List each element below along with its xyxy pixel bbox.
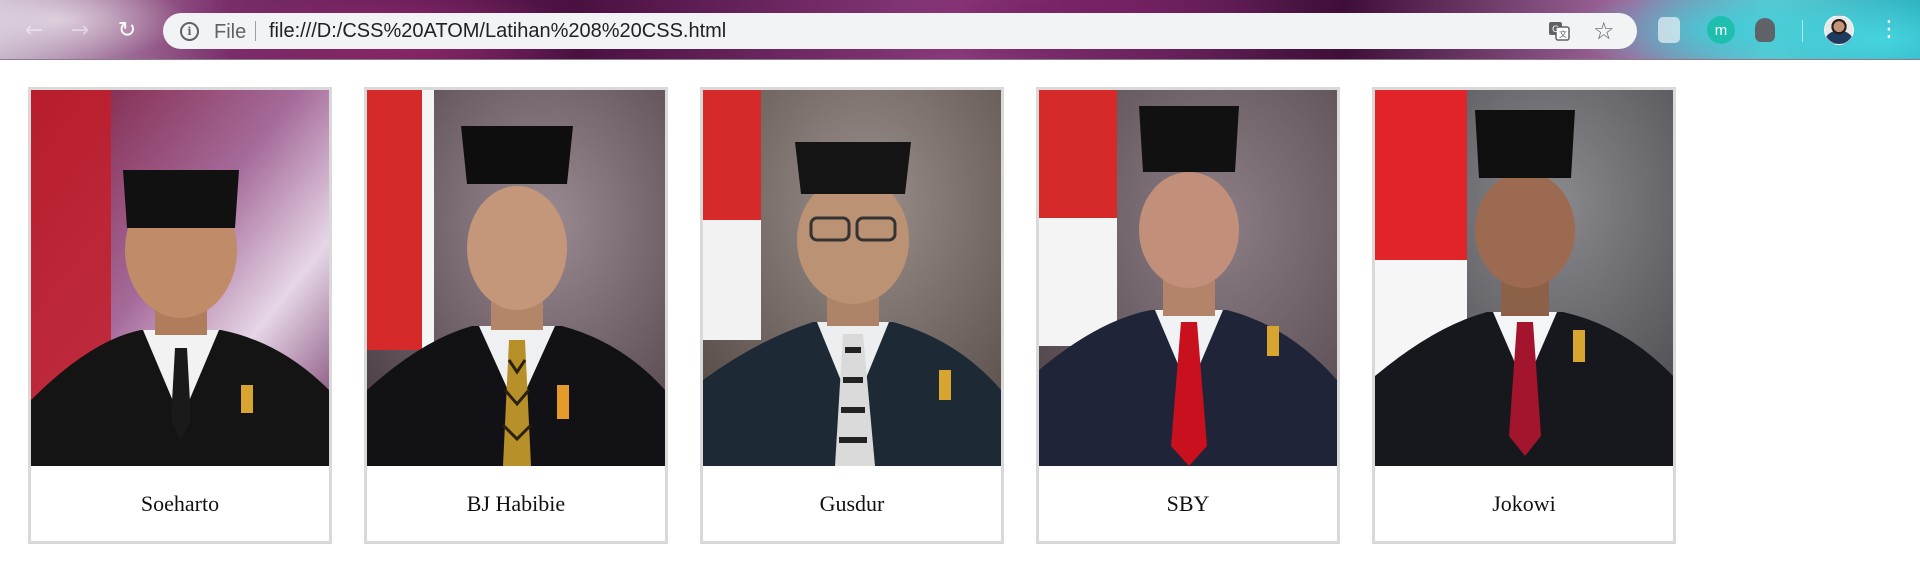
m-extension-icon[interactable]: m (1707, 16, 1735, 44)
president-card: Gusdur (700, 87, 1004, 544)
portrait-photo (1375, 90, 1673, 466)
toolbar-separator (1802, 20, 1803, 42)
info-icon[interactable]: i (180, 22, 199, 41)
president-name: Soeharto (140, 490, 220, 516)
url-text[interactable]: file:///D:/CSS%20ATOM/Latihan%208%20CSS.… (269, 20, 726, 43)
portrait-photo (31, 90, 329, 466)
svg-text:G: G (1552, 25, 1559, 35)
scheme-label: File (214, 21, 247, 43)
president-card: SBY (1036, 87, 1340, 544)
forward-arrow-icon[interactable]: → (64, 14, 96, 46)
svg-text:文: 文 (1559, 29, 1567, 39)
ext-m-label: m (1714, 21, 1728, 39)
president-card: Jokowi (1372, 87, 1676, 544)
avatar[interactable] (1824, 15, 1854, 45)
president-name: SBY (1166, 490, 1210, 516)
divider (255, 21, 256, 41)
back-arrow-icon[interactable]: ← (18, 14, 50, 46)
president-name: Jokowi (1492, 490, 1556, 516)
three-dot-menu-icon[interactable]: ⋮ (1878, 14, 1900, 46)
shopping-bag-extension-icon[interactable] (1658, 17, 1680, 43)
president-card: Soeharto (28, 87, 332, 544)
president-card: BJ Habibie (364, 87, 668, 544)
star-icon[interactable]: ☆ (1593, 17, 1615, 45)
address-bar[interactable]: i File file:///D:/CSS%20ATOM/Latihan%208… (163, 13, 1637, 49)
president-name: Gusdur (819, 490, 885, 516)
lightbulb-extension-icon[interactable] (1755, 18, 1775, 42)
president-name: BJ Habibie (466, 490, 566, 516)
reload-icon[interactable]: ↻ (111, 14, 143, 46)
portrait-photo (1039, 90, 1337, 466)
browser-toolbar: ← → ↻ i File file:///D:/CSS%20ATOM/Latih… (0, 0, 1920, 60)
portrait-photo (367, 90, 665, 466)
portrait-photo (703, 90, 1001, 466)
translate-icon[interactable]: G 文 (1548, 21, 1570, 41)
